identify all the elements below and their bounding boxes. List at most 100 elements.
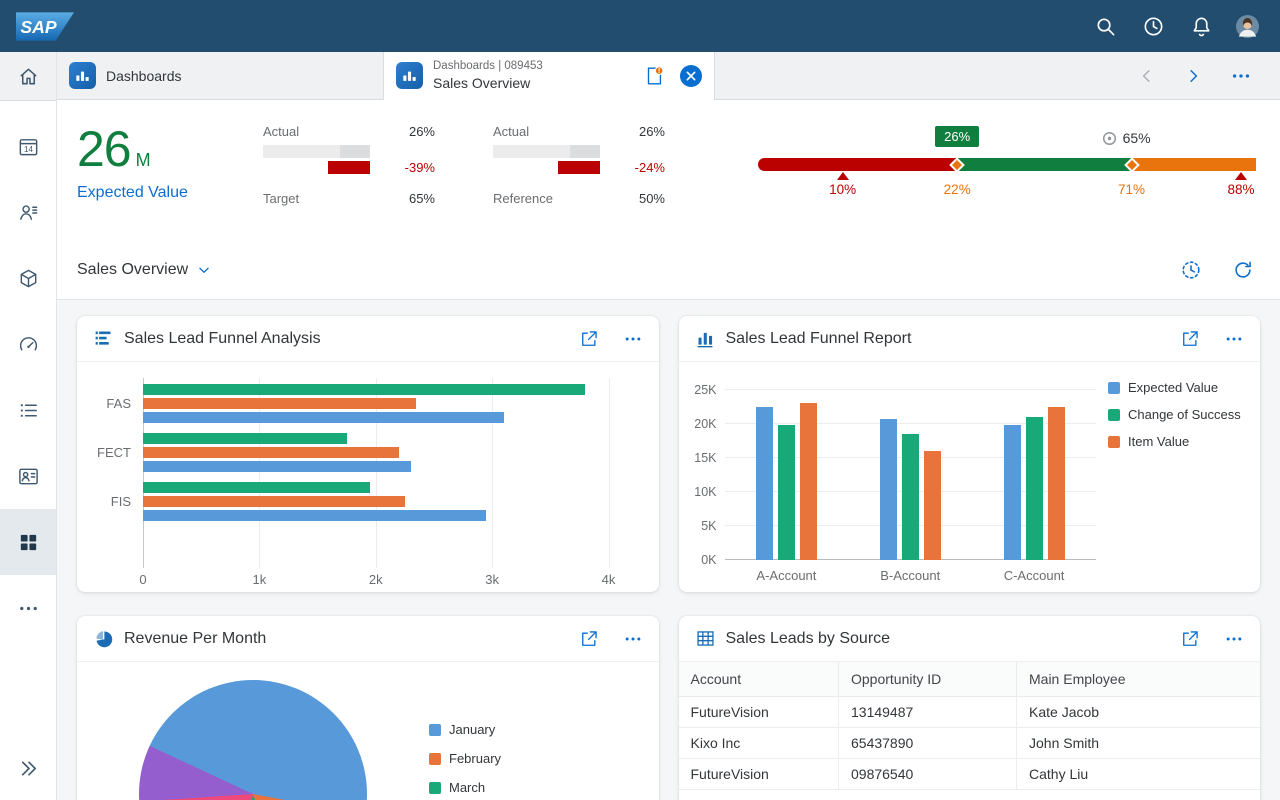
sidebar-item-list[interactable] xyxy=(0,377,56,443)
auto-refresh-icon[interactable] xyxy=(1180,259,1202,281)
bar-group: FECT xyxy=(89,433,609,472)
bullet-label: Target xyxy=(263,191,299,206)
category-label: B-Account xyxy=(848,560,972,584)
legend-swatch xyxy=(429,753,441,765)
legend-swatch xyxy=(429,782,441,794)
bullet-track-bar xyxy=(493,145,600,158)
notifications-bell-icon[interactable] xyxy=(1182,7,1220,45)
account-link[interactable]: FutureVision xyxy=(679,697,839,728)
threshold-segment xyxy=(758,158,957,171)
sidebar-item-contacts[interactable] xyxy=(0,443,56,509)
bar-stack xyxy=(143,384,609,423)
horizontal-bar-chart-icon xyxy=(93,328,114,349)
chart-plot-area xyxy=(725,376,1097,560)
tab-breadcrumb: Dashboards | 089453 xyxy=(433,59,543,74)
tab-strip: Dashboards Dashboards | 089453 Sales Ove… xyxy=(57,52,1280,100)
kpi-tile: 26M Expected Value xyxy=(77,116,253,240)
open-in-new-icon[interactable] xyxy=(579,629,599,649)
svg-text:14: 14 xyxy=(23,145,33,154)
search-icon[interactable] xyxy=(1086,7,1124,45)
kpi-header: 26M Expected Value Actual 26% -39% Targe… xyxy=(57,100,1280,240)
bar-stack xyxy=(143,482,609,521)
card-overflow-icon[interactable] xyxy=(1224,329,1244,349)
tab-dashboards[interactable]: Dashboards xyxy=(57,52,383,99)
bullet-track-bar xyxy=(263,145,370,158)
page-title-dropdown[interactable]: Sales Overview xyxy=(77,261,211,279)
recent-activities-icon[interactable] xyxy=(1134,7,1172,45)
tab-sales-overview-active[interactable]: Dashboards | 089453 Sales Overview ! xyxy=(383,52,715,99)
category-label: C-Account xyxy=(972,560,1096,584)
close-icon xyxy=(680,65,702,87)
bullet-label: Actual xyxy=(493,124,529,139)
leads-table: AccountOpportunity IDMain Employee Futur… xyxy=(679,662,1261,790)
open-in-new-icon[interactable] xyxy=(1180,329,1200,349)
card-title: Sales Lead Funnel Analysis xyxy=(124,330,321,348)
chevron-down-icon xyxy=(197,263,211,277)
table-body: FutureVision13149487Kate JacobKixo Inc65… xyxy=(679,697,1261,790)
message-alert-icon[interactable]: ! xyxy=(643,65,665,87)
column-header: Opportunity ID xyxy=(839,662,1017,697)
card-overflow-icon[interactable] xyxy=(623,629,643,649)
bar xyxy=(143,461,411,472)
close-tab-button[interactable] xyxy=(680,65,702,87)
card-header: Sales Lead Funnel Report xyxy=(679,316,1261,362)
next-tab-chevron-icon[interactable] xyxy=(1184,67,1202,85)
table-row: FutureVision09876540Cathy Liu xyxy=(679,759,1261,790)
legend-label: February xyxy=(449,751,501,766)
user-avatar[interactable] xyxy=(1230,9,1264,43)
dashboards-grid-icon xyxy=(17,531,40,554)
bar xyxy=(143,384,585,395)
sidebar-item-customers[interactable] xyxy=(0,179,56,245)
funnel-report-chart: 0K5K10K15K20K25K A-AccountB-AccountC-Acc… xyxy=(679,362,1261,592)
employee-link[interactable]: Cathy Liu xyxy=(1017,759,1261,790)
account-link[interactable]: Kixo Inc xyxy=(679,728,839,759)
account-link[interactable]: FutureVision xyxy=(679,759,839,790)
axis-tick-label: 0K xyxy=(701,553,716,567)
funnel-analysis-chart: FASFECTFIS 01k2k3k4k xyxy=(77,362,659,592)
target-bullseye-icon xyxy=(1102,131,1117,146)
open-in-new-icon[interactable] xyxy=(1180,629,1200,649)
card-overflow-icon[interactable] xyxy=(1224,629,1244,649)
bullet-value: 26% xyxy=(639,124,665,139)
sidebar-item-home[interactable] xyxy=(0,52,56,100)
threshold-actual-badge: 26% xyxy=(935,126,979,147)
tab-text-block: Dashboards | 089453 Sales Overview xyxy=(433,59,543,92)
sidebar-item-calendar[interactable]: 14 xyxy=(0,113,56,179)
employee-link[interactable]: Kate Jacob xyxy=(1017,697,1261,728)
bar xyxy=(924,451,941,560)
tab-overflow-icon[interactable] xyxy=(1230,65,1252,87)
threshold-label: 71% xyxy=(1118,182,1145,197)
list-icon xyxy=(17,399,40,422)
bar xyxy=(143,510,486,521)
card-overflow-icon[interactable] xyxy=(623,329,643,349)
subheader-actions xyxy=(1180,259,1254,281)
column-header: Main Employee xyxy=(1017,662,1261,697)
bullet-bottom-row: Target 65% xyxy=(263,191,435,206)
bullet-value: 26% xyxy=(409,124,435,139)
bullet-bottom-row: Reference 50% xyxy=(493,191,665,206)
refresh-icon[interactable] xyxy=(1232,259,1254,281)
sidebar-item-performance[interactable] xyxy=(0,311,56,377)
shell-bar: SAP xyxy=(0,0,1280,52)
bullet-micro-chart: Actual 26% -39% Target 65% xyxy=(263,116,435,240)
sidebar-item-overflow[interactable] xyxy=(0,575,56,641)
gridline xyxy=(609,378,610,568)
bar xyxy=(1026,417,1043,560)
application-window: SAP xyxy=(0,0,1280,800)
performance-gauge-icon xyxy=(17,333,40,356)
page-subheader: Sales Overview xyxy=(57,240,1280,300)
employee-link[interactable]: John Smith xyxy=(1017,728,1261,759)
opportunity-id-cell: 13149487 xyxy=(839,697,1017,728)
legend-item: Item Value xyxy=(1108,434,1248,449)
sidebar-expand-button[interactable] xyxy=(0,746,56,790)
y-axis: 0K5K10K15K20K25K xyxy=(685,376,725,584)
bar xyxy=(756,407,773,560)
vertical-bar-chart-icon xyxy=(695,328,716,349)
legend-item: Expected Value xyxy=(1108,380,1248,395)
open-in-new-icon[interactable] xyxy=(579,329,599,349)
sidebar-item-dashboards[interactable] xyxy=(0,509,56,575)
sidebar-item-products[interactable] xyxy=(0,245,56,311)
bar xyxy=(880,419,897,560)
dashboard-content: Sales Lead Funnel Analysis xyxy=(57,300,1280,800)
overflow-dots-icon xyxy=(17,597,40,620)
